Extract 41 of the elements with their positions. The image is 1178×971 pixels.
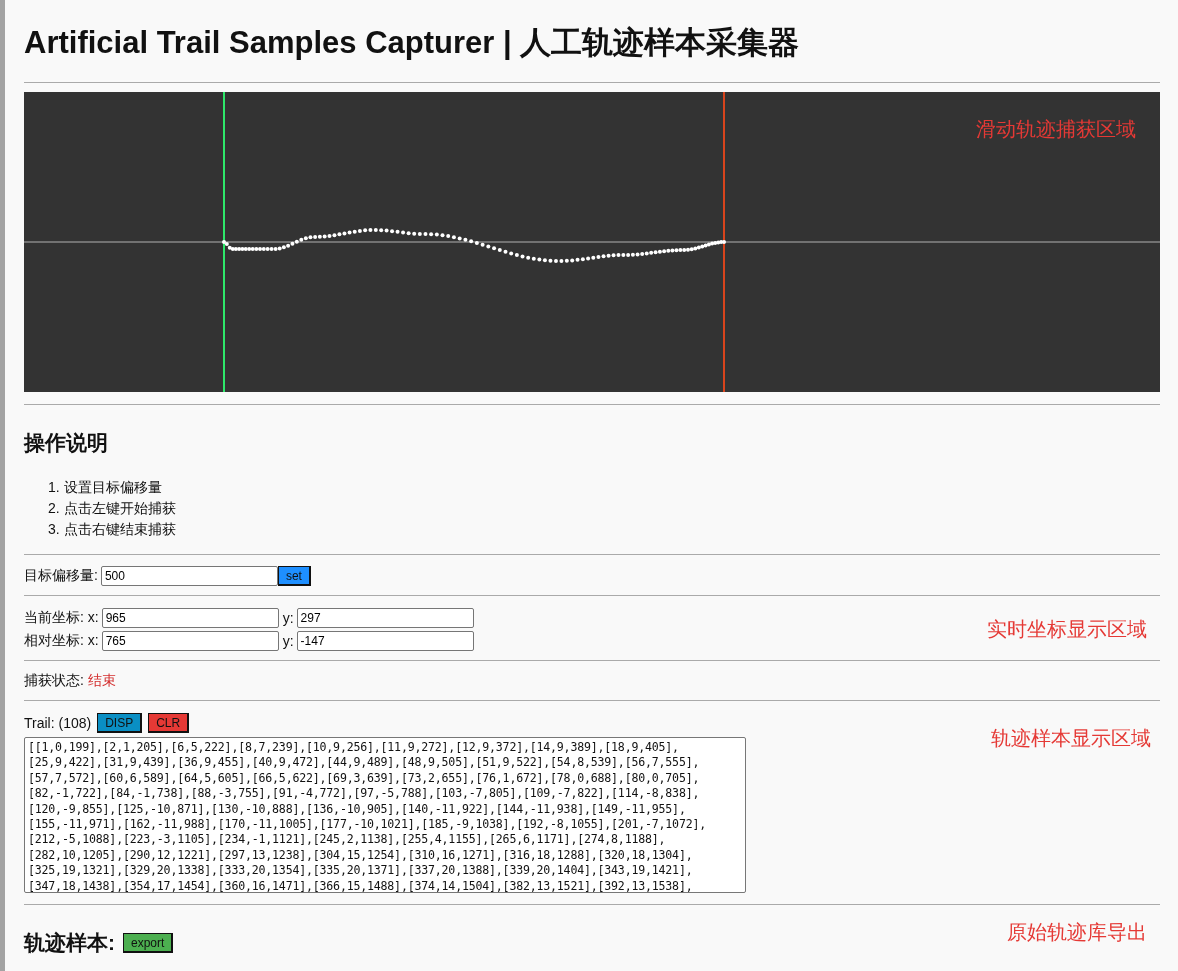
page-title: Artificial Trail Samples Capturer | 人工轨迹样本采集器 (24, 24, 801, 62)
trail-line: [[1,0,199],[2,1,205],[6,5,222],[8,7,239],[10,9,256],[11,9,272],[12,9,372],[14,9,389],[18,9,405], (28, 740, 680, 756)
trail-line: [82,-1,722],[84,-1,738],[88,-3,755],[91,-4,772],[97,-5,788],[103,-7,805],[109,-7,822],[114,-8,838], (28, 786, 701, 802)
annotation-label: 滑动轨迹捕获区域 (976, 117, 1136, 142)
field-label: 目标偏移量: (24, 567, 98, 585)
field-label: 捕获状态: (24, 672, 84, 690)
set-button[interactable]: set (277, 566, 311, 586)
y-input[interactable]: 297 (296, 607, 474, 628)
status-value: 结束 (87, 672, 116, 690)
y-input[interactable]: -147 (296, 630, 474, 651)
step-number: 2. (48, 499, 60, 518)
clear-button[interactable]: CLR (148, 713, 190, 733)
field-label: 当前坐标: x: (24, 608, 99, 627)
field-label: 相对坐标: x: (24, 631, 99, 650)
trail-count: Trail: (108) (24, 715, 92, 731)
annotation-label: 轨迹样本显示区域 (991, 726, 1151, 751)
instruction-step: 设置目标偏移量 (63, 477, 162, 498)
annotation-label: 实时坐标显示区域 (987, 617, 1147, 642)
trail-line: [347,18,1438],[354,17,1454],[360,16,1471],[366,15,1488],[374,14,1504],[382,13,1521],[392,13,1538], (28, 878, 694, 892)
trail-line: [57,7,572],[60,6,589],[64,5,605],[66,5,622],[69,3,639],[73,2,655],[76,1,672],[78,0,688],[80,0,705], (28, 770, 701, 787)
instruction-step: 点击右键结束捕获 (63, 519, 176, 540)
trail-textarea[interactable] (24, 737, 746, 893)
display-button[interactable]: DISP (97, 713, 143, 733)
x-input[interactable]: 965 (101, 607, 279, 628)
trail-line: [282,10,1205],[290,12,1221],[297,13,1238],[304,15,1254],[310,16,1271],[316,18,1288],[320,18,1304], (28, 847, 694, 864)
offset-input[interactable]: 500 (100, 566, 278, 586)
trail-line: [120,-9,855],[125,-10,871],[130,-10,888],[136,-10,905],[140,-11,922],[144,-11,938],[149,-11,955], (28, 801, 687, 818)
step-number: 1. (48, 478, 60, 497)
instruction-step: 点击左键开始捕获 (63, 498, 176, 519)
export-button[interactable]: export (123, 933, 174, 953)
trail-line: [155,-11,971],[162,-11,988],[170,-11,1005],[177,-10,1021],[185,-9,1038],[192,-8,1055],[201,-7,1072], (28, 817, 707, 833)
x-input[interactable]: 765 (101, 630, 279, 651)
trail-line: [25,9,422],[31,9,439],[36,9,455],[40,9,472],[44,9,489],[48,9,505],[51,9,522],[54,8,539],[56,7,555], (28, 755, 701, 771)
section-heading: 操作说明 (24, 430, 109, 456)
step-number: 3. (48, 520, 60, 539)
annotation-label: 原始轨迹库导出 (1007, 920, 1147, 945)
section-heading: 轨迹样本: (24, 930, 115, 956)
trail-line: [325,19,1321],[329,20,1338],[333,20,1354],[335,20,1371],[337,20,1388],[339,20,1404],[343,19,1421], (28, 863, 694, 879)
trail-line: [212,-5,1088],[223,-3,1105],[234,-1,1121],[245,2,1138],[255,4,1155],[265,6,1171],[274,8,1188], (28, 832, 667, 848)
field-label: y: (282, 632, 294, 649)
field-label: y: (282, 609, 294, 626)
